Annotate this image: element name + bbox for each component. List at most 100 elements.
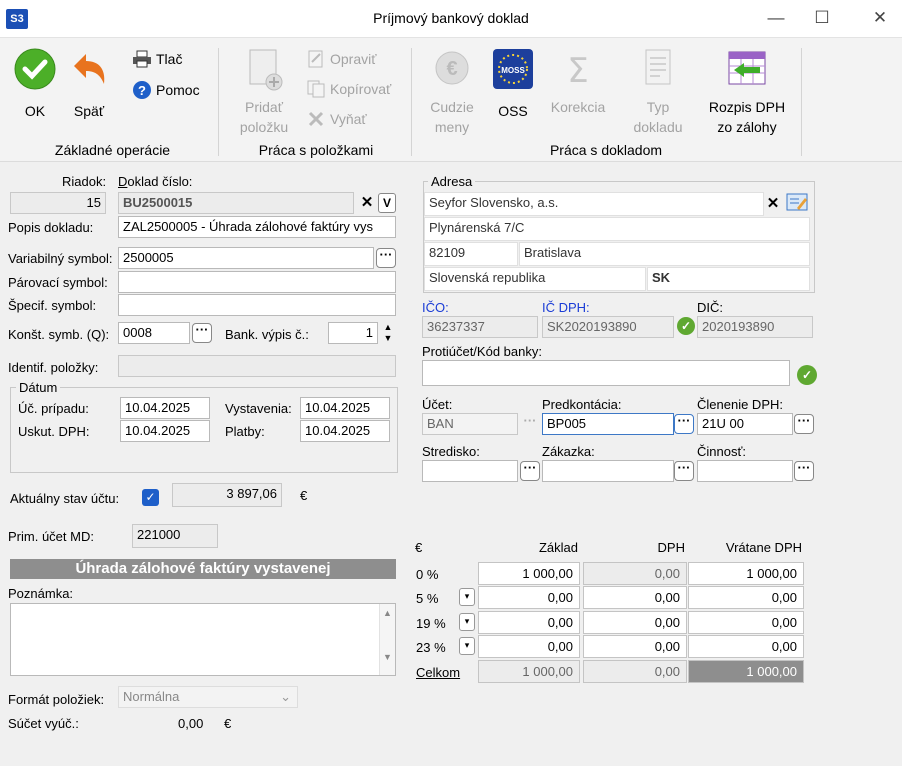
counter-account-field[interactable]: [422, 360, 790, 386]
format-select[interactable]: Normálna ⌄: [118, 686, 298, 708]
vat-total-field[interactable]: 0,00: [688, 635, 804, 658]
balance-currency: €: [300, 488, 308, 503]
vat-base-field[interactable]: 0,00: [478, 611, 580, 634]
account-more-icon[interactable]: ···: [520, 414, 540, 434]
accounting-date-field[interactable]: 10.04.2025: [120, 397, 210, 419]
document-number-field[interactable]: BU2500015: [118, 192, 354, 214]
add-item-button[interactable]: Pridať položku: [232, 48, 296, 137]
clear-x-icon[interactable]: ✕: [765, 195, 781, 213]
group-label-basic: Základné operácie: [54, 142, 171, 158]
row-field[interactable]: 15: [10, 192, 106, 214]
help-button[interactable]: ? Pomoc: [132, 80, 200, 100]
vat-breakdown-label-1: Rozpis DPH: [708, 99, 786, 115]
primary-account-field: 221000: [132, 524, 218, 548]
edit-icon: [308, 50, 323, 68]
vat-split-more-icon[interactable]: ···: [794, 414, 814, 434]
rate-dropdown-icon[interactable]: ▾: [459, 637, 475, 655]
add-item-label-1: Pridať: [245, 99, 283, 115]
dic-label: DIČ:: [697, 300, 723, 315]
close-window-button[interactable]: ✕: [860, 6, 900, 32]
ok-button[interactable]: OK: [10, 48, 60, 121]
note-scrollbar[interactable]: ▲ ▼: [379, 604, 395, 675]
cost-center-more-icon[interactable]: ···: [520, 461, 540, 481]
vat-amount-field[interactable]: 0,00: [583, 562, 687, 585]
remove-label: Vyňať: [330, 111, 367, 127]
print-button[interactable]: Tlač: [132, 50, 182, 68]
address-country-code-field[interactable]: SK: [647, 267, 810, 291]
scroll-up-icon[interactable]: ▲: [380, 608, 395, 618]
vat-amount-field[interactable]: 0,00: [583, 635, 687, 658]
vat-amount-field[interactable]: 0,00: [583, 586, 687, 609]
back-button[interactable]: Späť: [64, 48, 114, 121]
remove-x-icon: [308, 111, 324, 127]
ic-dph-label: IČ DPH:: [542, 300, 590, 315]
rate-dropdown-icon[interactable]: ▾: [459, 588, 475, 606]
address-street-field[interactable]: Plynárenská 7/C: [424, 217, 810, 241]
vat-header-total: Vrátane DPH: [725, 540, 802, 555]
copy-button[interactable]: Kopírovať: [306, 80, 391, 98]
vat-total-field[interactable]: 0,00: [688, 586, 804, 609]
dic-field[interactable]: 2020193890: [697, 316, 813, 338]
issue-date-field[interactable]: 10.04.2025: [300, 397, 390, 419]
remove-button[interactable]: Vyňať: [306, 110, 367, 128]
bank-statement-field[interactable]: 1: [328, 322, 378, 344]
vat-split-field[interactable]: 21U 00: [697, 413, 793, 435]
order-more-icon[interactable]: ···: [674, 461, 694, 481]
document-type-button[interactable]: Typ dokladu: [626, 48, 690, 137]
vat-amount-field[interactable]: 0,00: [583, 611, 687, 634]
vat-date-field[interactable]: 10.04.2025: [120, 420, 210, 442]
predkontacia-more-icon[interactable]: ···: [674, 414, 694, 434]
vat-date-label: Uskut. DPH:: [18, 424, 90, 439]
predkontacia-field[interactable]: BP005: [542, 413, 674, 435]
group-label-items: Práca s položkami: [258, 142, 374, 158]
description-field[interactable]: ZAL2500005 - Úhrada zálohové faktúry vys: [118, 216, 396, 238]
vat-base-field[interactable]: 1 000,00: [478, 562, 580, 585]
ribbon-separator: [218, 48, 219, 156]
item-id-field[interactable]: [118, 355, 396, 377]
address-country-field[interactable]: Slovenská republika: [424, 267, 646, 291]
address-group-label: Adresa: [428, 174, 476, 189]
chevron-down-icon[interactable]: V: [378, 193, 396, 213]
vat-total-field[interactable]: 1 000,00: [688, 562, 804, 585]
verified-check-icon: ✓: [797, 365, 817, 385]
clear-x-icon[interactable]: ✕: [358, 194, 376, 212]
foreign-currency-button[interactable]: € Cudzie meny: [420, 48, 484, 137]
row-label: Riadok:: [62, 174, 107, 189]
vat-base-field[interactable]: 0,00: [478, 586, 580, 609]
payment-date-label: Platby:: [225, 424, 265, 439]
vat-base-field[interactable]: 0,00: [478, 635, 580, 658]
order-field[interactable]: [542, 460, 674, 482]
scroll-down-icon[interactable]: ▼: [380, 652, 395, 662]
vat-total-field[interactable]: 0,00: [688, 611, 804, 634]
constant-symbol-more-icon[interactable]: ···: [192, 323, 212, 343]
correction-button[interactable]: Σ Korekcia: [546, 48, 610, 117]
account-field[interactable]: BAN: [422, 413, 518, 435]
maximize-button[interactable]: ☐: [802, 6, 842, 32]
minimize-button[interactable]: —: [756, 6, 796, 32]
vat-breakdown-button[interactable]: Rozpis DPH zo zálohy: [700, 48, 794, 137]
address-book-icon[interactable]: [785, 192, 809, 214]
oss-button[interactable]: MOSS OSS: [488, 48, 538, 121]
counter-account-label: Protiúčet/Kód banky:: [422, 344, 542, 359]
ico-field[interactable]: 36237337: [422, 316, 538, 338]
pairing-symbol-field[interactable]: [118, 271, 396, 293]
cost-center-field[interactable]: [422, 460, 518, 482]
address-name-field[interactable]: Seyfor Slovensko, a.s.: [424, 192, 764, 216]
constant-symbol-field[interactable]: 0008: [118, 322, 190, 344]
payment-date-field[interactable]: 10.04.2025: [300, 420, 390, 442]
activity-more-icon[interactable]: ···: [794, 461, 814, 481]
spinner-icon[interactable]: ▲ ▼: [380, 322, 396, 344]
balance-checkbox[interactable]: ✓: [142, 489, 159, 506]
address-city-field[interactable]: Bratislava: [519, 242, 810, 266]
rate-dropdown-icon[interactable]: ▾: [459, 613, 475, 631]
vat-split-label: Členenie DPH:: [697, 397, 783, 412]
variable-symbol-field[interactable]: 2500005: [118, 247, 374, 269]
note-textarea[interactable]: ▲ ▼: [10, 603, 396, 676]
activity-field[interactable]: [697, 460, 793, 482]
address-zip-field[interactable]: 82109: [424, 242, 518, 266]
variable-symbol-more-icon[interactable]: ···: [376, 248, 396, 268]
ic-dph-field[interactable]: SK2020193890: [542, 316, 674, 338]
description-banner: Úhrada zálohové faktúry vystavenej: [10, 559, 396, 579]
specific-symbol-field[interactable]: [118, 294, 396, 316]
edit-button[interactable]: Opraviť: [306, 50, 376, 68]
